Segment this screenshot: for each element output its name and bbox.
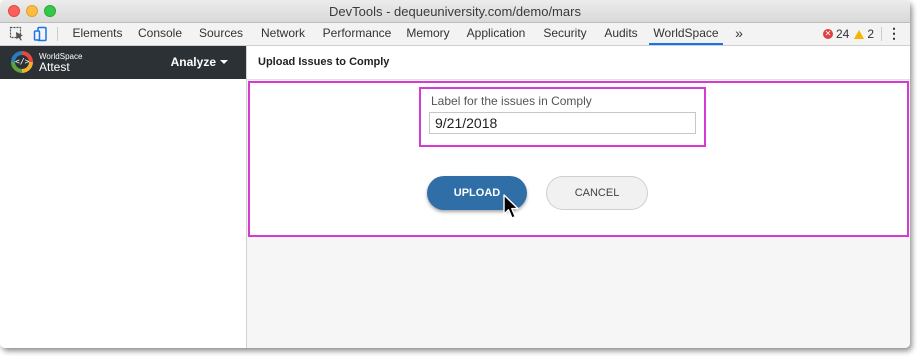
title-bar: DevTools - dequeuniversity.com/demo/mars [0, 0, 910, 23]
console-status[interactable]: ✕ 24 2 [823, 23, 874, 45]
tab-application[interactable]: Application [462, 23, 530, 45]
tab-security[interactable]: Security [539, 23, 591, 45]
tab-sources[interactable]: Sources [195, 23, 247, 45]
tab-console[interactable]: Console [133, 23, 187, 45]
toolbar-divider [881, 27, 882, 41]
main-panel: Upload Issues to Comply Label for the is… [247, 46, 910, 348]
devtools-toolbar: Elements Console Sources Network Perform… [0, 23, 910, 46]
cancel-button[interactable]: CANCEL [546, 176, 648, 210]
analyze-dropdown[interactable]: Analyze [171, 55, 228, 69]
warning-count: 2 [867, 27, 875, 41]
tab-audits[interactable]: Audits [600, 23, 642, 45]
main-header: Upload Issues to Comply [247, 46, 910, 80]
warning-icon [854, 29, 865, 39]
brand-attest: Attest [39, 60, 70, 74]
worldspace-sidebar: </> WorldSpace Attest Analyze [0, 46, 247, 348]
label-field-label: Label for the issues in Comply [431, 94, 592, 108]
device-toolbar-icon[interactable] [33, 26, 49, 42]
devtools-window: DevTools - dequeuniversity.com/demo/mars… [0, 0, 910, 348]
analyze-label: Analyze [170, 55, 216, 69]
error-icon: ✕ [823, 29, 833, 39]
more-tabs-icon[interactable]: » [730, 23, 748, 45]
error-count: 24 [836, 27, 850, 41]
customize-menu-icon[interactable]: ⋮ [887, 23, 901, 45]
mouse-pointer-icon [503, 194, 519, 219]
tab-performance[interactable]: Performance [318, 23, 396, 45]
tab-network[interactable]: Network [256, 23, 310, 45]
tab-memory[interactable]: Memory [403, 23, 453, 45]
toolbar-divider [57, 27, 58, 41]
worldspace-logo-icon: </> [11, 51, 33, 73]
tab-worldspace[interactable]: WorldSpace [649, 23, 723, 45]
page-title: Upload Issues to Comply [258, 56, 390, 68]
issues-label-input[interactable] [429, 112, 696, 134]
inspect-element-icon[interactable] [9, 26, 25, 42]
tab-elements[interactable]: Elements [70, 23, 125, 45]
label-field-group: Label for the issues in Comply [419, 87, 706, 147]
sidebar-header: </> WorldSpace Attest Analyze [0, 46, 246, 79]
upload-form: Label for the issues in Comply UPLOAD CA… [248, 81, 909, 237]
chevron-down-icon [220, 60, 228, 64]
window-title: DevTools - dequeuniversity.com/demo/mars [329, 4, 581, 19]
